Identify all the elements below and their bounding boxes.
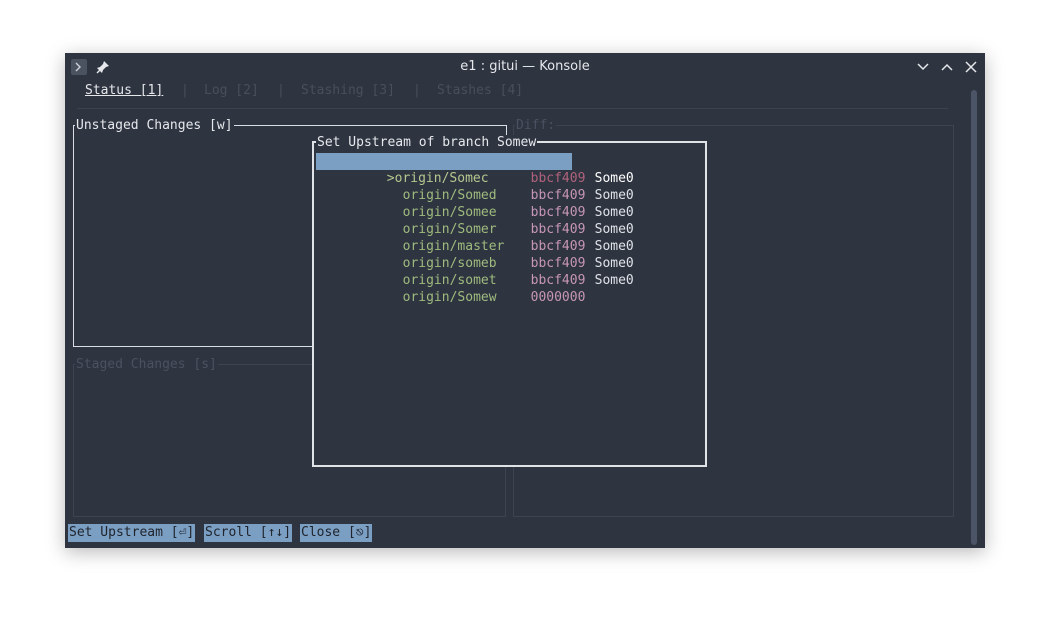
title-bar: e1 : gitui — Konsole — [65, 53, 985, 81]
diff-title: Diff: — [515, 118, 557, 133]
branch-name: origin/Somew — [402, 290, 497, 305]
set-upstream-popup[interactable]: Set Upstream of branch Somew >origin/Som… — [312, 135, 707, 467]
minimize-icon[interactable] — [914, 58, 932, 76]
tab-status[interactable]: Status [1] — [85, 83, 163, 98]
upstream-option[interactable]: origin/Somed bbcf409 Some0 — [316, 170, 634, 203]
maximize-icon[interactable] — [938, 58, 956, 76]
close-button[interactable]: Close [⎋] — [300, 524, 373, 542]
commit-author: Some0 — [594, 273, 634, 288]
unstaged-changes-title: Unstaged Changes [w] — [75, 118, 234, 133]
konsole-window: e1 : gitui — Konsole Status [1] | Log [2… — [65, 53, 985, 548]
tab-divider — [77, 108, 948, 109]
tab-log[interactable]: Log [2] — [204, 83, 259, 98]
staged-changes-title: Staged Changes [s] — [75, 357, 218, 372]
commit-hash: 0000000 — [530, 290, 586, 305]
upstream-option[interactable]: origin/somet bbcf409 Some0 — [316, 255, 634, 288]
window-title: e1 : gitui — Konsole — [460, 59, 590, 74]
upstream-option[interactable]: origin/someb bbcf409 Some0 — [316, 238, 634, 271]
upstream-option[interactable]: origin/master bbcf409 Some0 — [316, 221, 634, 254]
tab-separator: | — [413, 83, 421, 98]
terminal-area[interactable]: Status [1] | Log [2] | Stashing [3] | St… — [65, 81, 970, 548]
upstream-option-selected[interactable]: >origin/Somec bbcf409 Some0 — [316, 153, 634, 186]
scroll-button[interactable]: Scroll [↑↓] — [204, 524, 293, 542]
upstream-option[interactable]: origin/Somew 0000000 — [316, 272, 595, 305]
scrollbar[interactable] — [971, 90, 977, 545]
upstream-option[interactable]: origin/Somee bbcf409 Some0 — [316, 187, 634, 220]
tab-separator: | — [181, 83, 189, 98]
popup-title: Set Upstream of branch Somew — [316, 135, 538, 150]
close-icon[interactable] — [962, 58, 980, 76]
tab-stashes[interactable]: Stashes [4] — [437, 83, 523, 98]
set-upstream-button[interactable]: Set Upstream [⏎] — [68, 524, 196, 542]
upstream-option[interactable]: origin/Somer bbcf409 Some0 — [316, 204, 634, 237]
tab-separator: | — [277, 83, 285, 98]
tab-stashing[interactable]: Stashing [3] — [301, 83, 395, 98]
